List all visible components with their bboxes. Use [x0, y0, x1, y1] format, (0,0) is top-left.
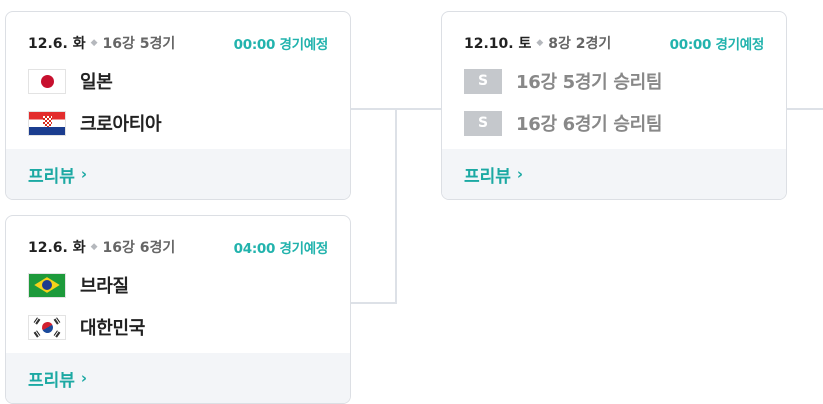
diamond-dot-icon: ◆	[90, 38, 98, 48]
team-name: 16강 5경기 승리팀	[516, 72, 663, 93]
placeholder-team-icon: S	[464, 110, 502, 136]
team-name: 크로아티아	[80, 114, 162, 135]
bracket-line-top	[350, 108, 397, 110]
chevron-right-icon: ›	[516, 165, 524, 183]
flag-croatia-icon	[28, 110, 66, 136]
diamond-dot-icon: ◆	[90, 242, 98, 252]
team-row-home[interactable]: 브라질	[28, 270, 129, 300]
bracket-line-vertical	[395, 108, 397, 304]
match-date: 12.6. 화	[28, 36, 86, 52]
match-card-qf-2[interactable]: 12.10. 토 ◆ 8강 2경기 00:00 경기예정 S 16강 5경기 승…	[441, 11, 787, 200]
diamond-dot-icon: ◆	[536, 38, 544, 48]
match-footer: 프리뷰 ›	[6, 353, 350, 403]
team-row-away: S 16강 6경기 승리팀	[464, 108, 662, 138]
team-row-home[interactable]: 일본	[28, 66, 113, 96]
team-name: 대한민국	[80, 318, 146, 339]
match-round: 16강 6경기	[102, 240, 176, 256]
match-header: 12.10. 토 ◆ 8강 2경기 00:00 경기예정	[464, 32, 764, 54]
placeholder-team-icon: S	[464, 68, 502, 94]
match-card-r16-6[interactable]: 12.6. 화 ◆ 16강 6경기 04:00 경기예정 브라질 대한민국 프리…	[5, 215, 351, 404]
match-card-r16-5[interactable]: 12.6. 화 ◆ 16강 5경기 00:00 경기예정 일본 크로아티아 프리…	[5, 11, 351, 200]
match-footer: 프리뷰 ›	[442, 149, 786, 199]
team-name: 브라질	[80, 276, 129, 297]
flag-korea-icon	[28, 314, 66, 340]
team-name: 16강 6경기 승리팀	[516, 114, 663, 135]
match-date: 12.6. 화	[28, 240, 86, 256]
match-status: 00:00 경기예정	[233, 37, 329, 53]
match-round: 16강 5경기	[102, 36, 176, 52]
preview-link[interactable]: 프리뷰 ›	[464, 162, 523, 187]
bracket-line-to-next	[395, 108, 442, 110]
match-round: 8강 2경기	[548, 36, 612, 52]
match-header: 12.6. 화 ◆ 16강 5경기 00:00 경기예정	[28, 32, 328, 54]
match-header: 12.6. 화 ◆ 16강 6경기 04:00 경기예정	[28, 236, 328, 258]
bracket-line-bottom	[350, 302, 397, 304]
team-row-away[interactable]: 크로아티아	[28, 108, 162, 138]
preview-label: 프리뷰	[28, 166, 75, 187]
flag-japan-icon	[28, 68, 66, 94]
bracket-line-right	[786, 108, 823, 110]
match-status: 00:00 경기예정	[669, 37, 765, 53]
team-name: 일본	[80, 72, 113, 93]
chevron-right-icon: ›	[80, 369, 88, 387]
chevron-right-icon: ›	[80, 165, 88, 183]
preview-label: 프리뷰	[28, 370, 75, 391]
match-footer: 프리뷰 ›	[6, 149, 350, 199]
preview-label: 프리뷰	[464, 166, 511, 187]
match-date: 12.10. 토	[464, 36, 532, 52]
team-row-away[interactable]: 대한민국	[28, 312, 145, 342]
team-row-home: S 16강 5경기 승리팀	[464, 66, 662, 96]
preview-link[interactable]: 프리뷰 ›	[28, 366, 87, 391]
match-status: 04:00 경기예정	[233, 241, 329, 257]
preview-link[interactable]: 프리뷰 ›	[28, 162, 87, 187]
flag-brazil-icon	[28, 272, 66, 298]
